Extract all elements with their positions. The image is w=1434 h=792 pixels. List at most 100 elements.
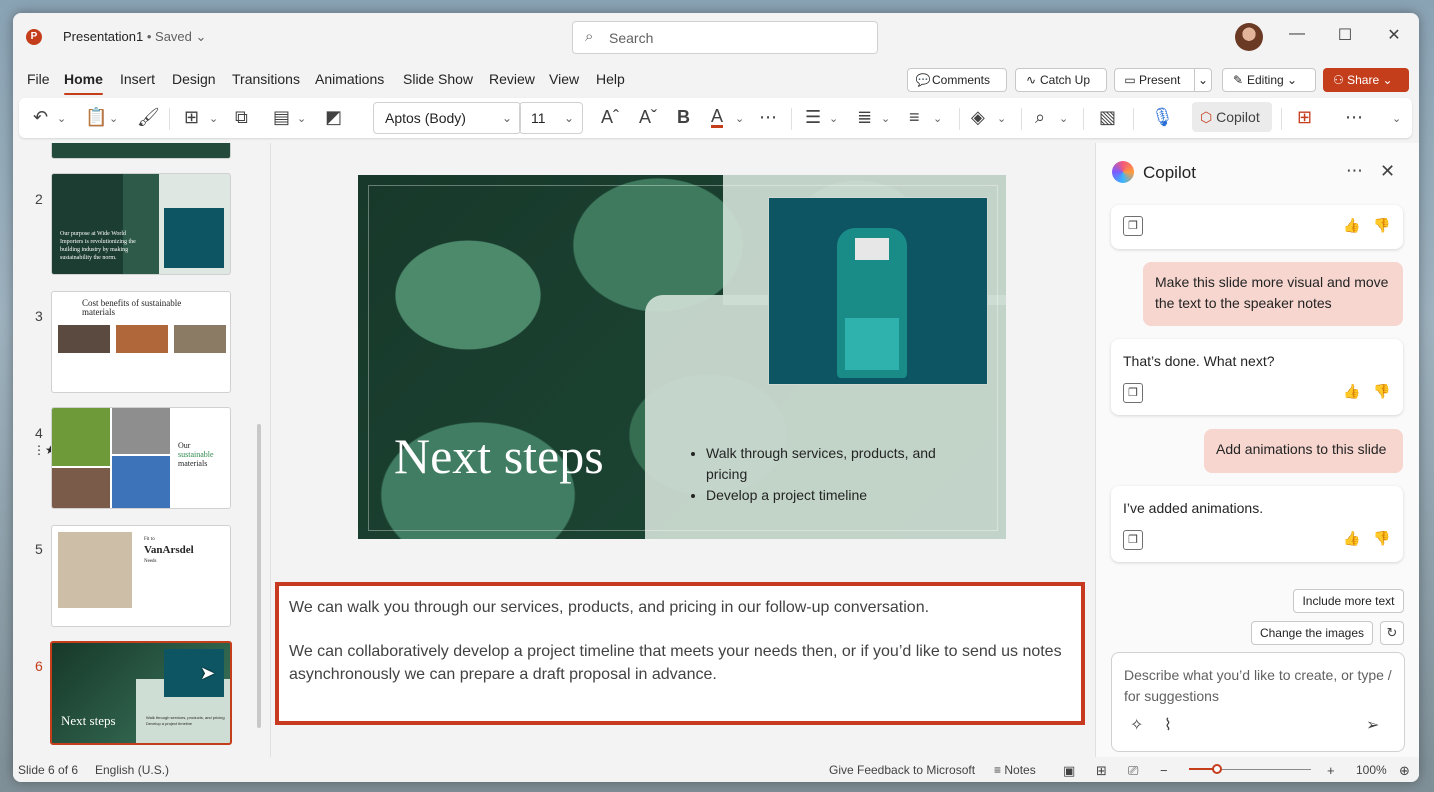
speaker-notes[interactable]: We can walk you through our services, pr… [275,582,1085,725]
format-painter-icon[interactable]: 🖌 [137,107,160,128]
thumbnails-scrollbar[interactable] [257,424,261,728]
tab-insert[interactable]: Insert [120,71,155,87]
font-size-dropdown[interactable]: 11 ⌄ [519,102,583,134]
tab-file[interactable]: File [27,71,50,87]
tab-help[interactable]: Help [596,71,625,87]
chevron-down-icon[interactable]: ⌄ [57,112,66,125]
chevron-down-icon[interactable]: ⌄ [997,112,1006,125]
chevron-down-icon[interactable]: ⌄ [1059,112,1068,125]
layout-icon[interactable]: ▤ [273,107,290,128]
document-title[interactable]: Presentation1 • Saved ⌄ [63,29,206,45]
tab-slide-show[interactable]: Slide Show [403,71,473,87]
chevron-down-icon[interactable]: ⌄ [297,112,306,125]
feedback-link[interactable]: Give Feedback to Microsoft [829,763,975,777]
copy-icon[interactable]: ❐ [1123,216,1143,236]
reading-view-icon[interactable]: ⎚ [1128,763,1138,779]
chevron-down-icon[interactable]: ⌄ [881,112,890,125]
tab-animations[interactable]: Animations [315,71,384,87]
bold-icon[interactable]: B [677,107,690,128]
maximize-icon[interactable]: ☐ [1335,25,1355,45]
search-box[interactable]: ⌕ Search [572,21,878,54]
thumbs-down-icon[interactable]: 👎 [1373,383,1390,400]
align-icon[interactable]: ≡ [909,107,920,128]
find-icon[interactable]: ⌕ [1035,107,1045,128]
suggestion-include-more-text[interactable]: Include more text [1293,589,1404,613]
add-ins-icon[interactable]: ⊞ [1297,107,1312,128]
shapes-icon[interactable]: ◈ [971,107,985,128]
reuse-slides-icon[interactable]: ⧉ [235,107,248,128]
designer-icon[interactable]: ▧ [1099,107,1116,128]
fit-to-window-icon[interactable]: ⊕ [1399,763,1410,779]
ship-photo[interactable] [768,197,988,385]
normal-view-icon[interactable]: ▣ [1063,763,1075,779]
copilot-composer[interactable]: Describe what you’d like to create, or t… [1111,652,1405,752]
editing-mode-button[interactable]: ✎ Editing ⌄ [1222,68,1316,92]
comments-button[interactable]: 💬 Comments [907,68,1007,92]
send-icon[interactable]: ➢ [1366,715,1379,735]
sparkle-prompts-icon[interactable]: ✧ [1130,715,1143,735]
slide-bullets[interactable]: Walk through services, products, and pri… [688,443,966,506]
copy-icon[interactable]: ❐ [1123,530,1143,550]
slide-thumbnail-5[interactable]: Fit to VanArsdel Needs [51,525,231,627]
refresh-suggestions-icon[interactable]: ↻ [1380,621,1404,645]
thumbs-up-icon[interactable]: 👍 [1343,217,1360,234]
more-commands-icon[interactable]: ⋯ [1345,107,1363,128]
slide-canvas[interactable]: Next steps Walk through services, produc… [358,175,1006,539]
numbering-icon[interactable]: ≣ [857,107,872,128]
close-icon[interactable]: ✕ [1380,161,1395,182]
chevron-down-icon[interactable]: ⌄ [829,112,838,125]
slide-thumbnail-6[interactable]: Next steps Walk through services, produc… [50,641,232,745]
thumbs-down-icon[interactable]: 👎 [1373,217,1390,234]
language[interactable]: English (U.S.) [95,763,169,777]
chevron-down-icon[interactable]: ⌄ [933,112,942,125]
more-options-icon[interactable]: ⋯ [1346,161,1363,181]
present-button[interactable]: ▭ Present ⌄ [1114,68,1212,92]
thumbs-up-icon[interactable]: 👍 [1343,530,1360,547]
chevron-down-icon[interactable]: ⌄ [735,112,744,125]
chevron-down-icon[interactable]: ⌄ [1194,69,1211,91]
collapse-ribbon-icon[interactable]: ⌄ [1392,112,1401,125]
background-icon[interactable]: ◩ [325,107,342,128]
new-slide-icon[interactable]: ⊞ [184,107,199,128]
decrease-font-icon[interactable]: Aˇ [639,107,657,128]
undo-icon[interactable]: ↶ [33,107,48,128]
bullets-icon[interactable]: ☰ [805,107,821,128]
powerpoint-window: P Presentation1 • Saved ⌄ ⌕ Search — ☐ ✕… [13,13,1419,782]
copilot-ribbon-button[interactable]: ⬡ Copilot [1192,102,1272,132]
tab-design[interactable]: Design [172,71,216,87]
assistant-message-card: I’ve added animations. ❐ 👍 👎 [1111,486,1403,562]
copy-icon[interactable]: ❐ [1123,383,1143,403]
paste-icon[interactable]: 📋 [85,107,107,128]
thumbs-down-icon[interactable]: 👎 [1373,530,1390,547]
close-window-icon[interactable]: ✕ [1384,25,1404,45]
increase-font-icon[interactable]: Aˆ [601,107,619,128]
attach-icon[interactable]: ⌇ [1164,715,1172,735]
font-name-dropdown[interactable]: Aptos (Body) ⌄ [373,102,521,134]
user-avatar[interactable] [1235,23,1263,51]
notes-toggle[interactable]: ≡ Notes [994,763,1036,777]
more-options-icon[interactable]: ⋯ [759,107,777,128]
chevron-down-icon[interactable]: ⌄ [209,112,218,125]
slide-sorter-icon[interactable]: ⊞ [1096,763,1107,779]
tab-view[interactable]: View [549,71,579,87]
zoom-in-icon[interactable]: + [1327,763,1335,778]
microphone-icon[interactable]: 🎙 [1151,107,1174,128]
slide-thumbnail-4[interactable]: Our sustainable materials [51,407,231,509]
tab-transitions[interactable]: Transitions [232,71,300,87]
font-color-icon[interactable]: A [711,107,724,128]
thumbs-up-icon[interactable]: 👍 [1343,383,1360,400]
minimize-icon[interactable]: — [1287,25,1307,43]
slide-title[interactable]: Next steps [394,427,604,485]
tab-review[interactable]: Review [489,71,535,87]
slide-thumbnail-3[interactable]: Cost benefits of sustainable materials [51,291,231,393]
slide-thumbnail-2[interactable]: Our purpose at Wide World Importers is r… [51,173,231,275]
suggestion-change-images[interactable]: Change the images [1251,621,1373,645]
zoom-slider-thumb[interactable] [1212,764,1223,774]
share-button[interactable]: ⚇ Share ⌄ [1323,68,1409,92]
tab-home[interactable]: Home [64,71,103,95]
zoom-level[interactable]: 100% [1356,763,1387,777]
slide-thumbnail-1[interactable] [51,143,231,159]
catch-up-button[interactable]: ∿ Catch Up [1015,68,1107,92]
chevron-down-icon[interactable]: ⌄ [109,112,118,125]
zoom-out-icon[interactable]: − [1160,763,1168,778]
